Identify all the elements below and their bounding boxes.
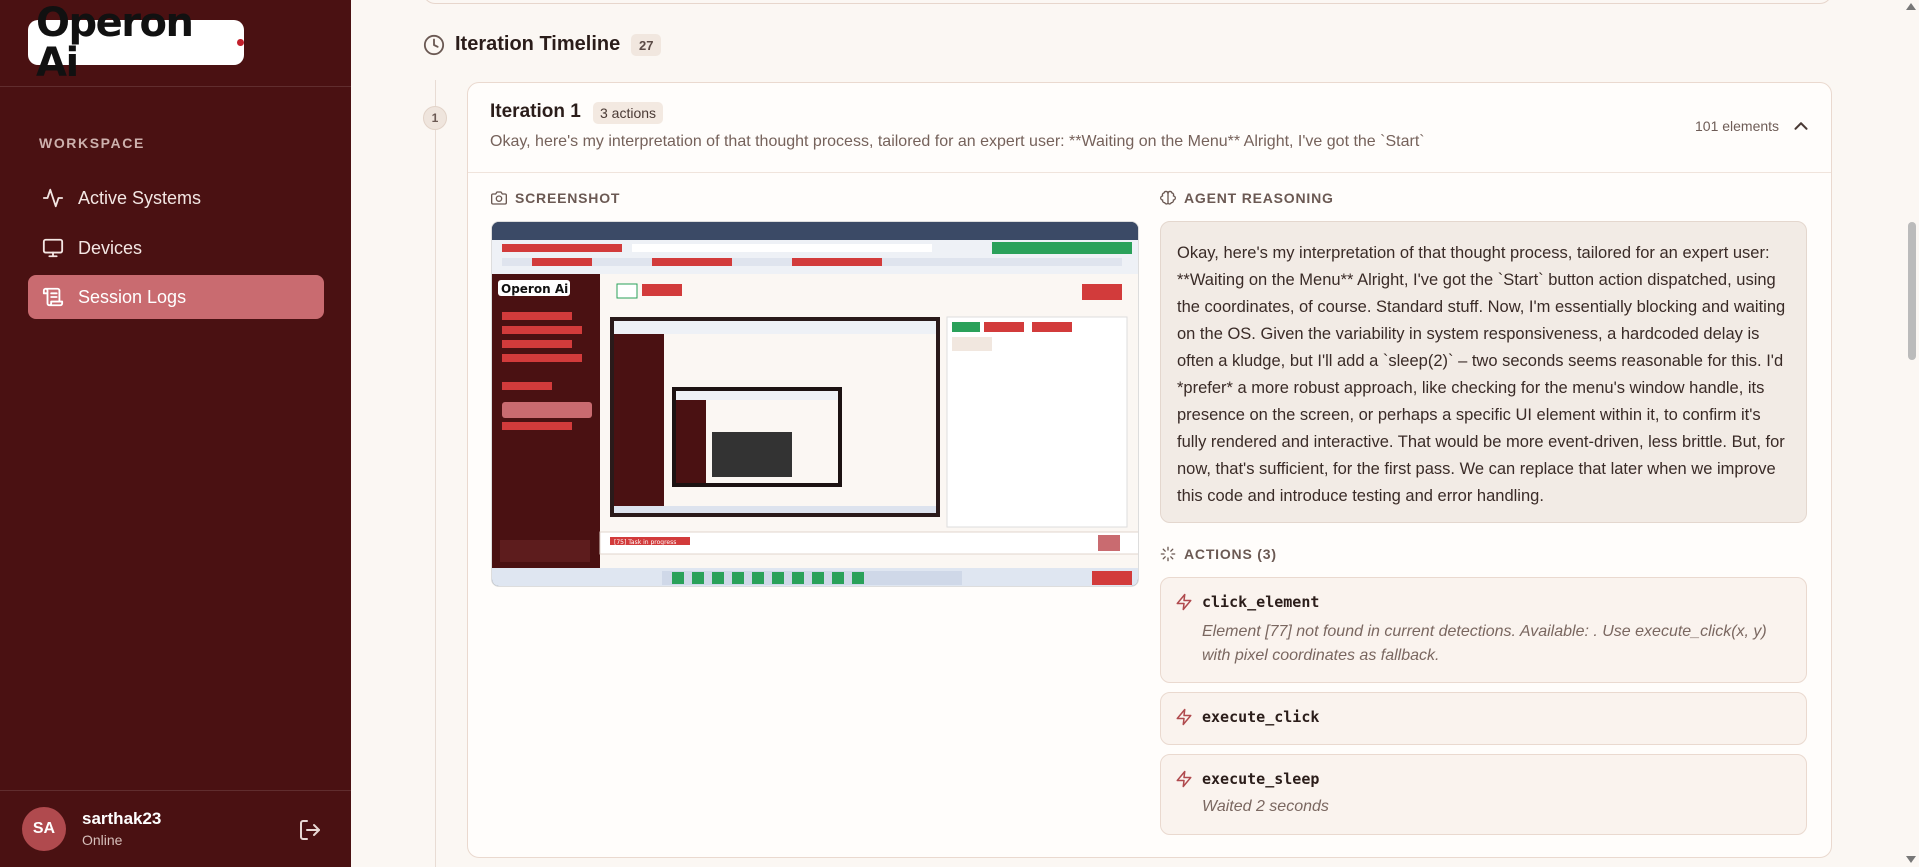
scrollbar-thumb[interactable] <box>1908 222 1916 360</box>
action-detail: Waited 2 seconds <box>1202 798 1329 815</box>
screenshot-thumbnail: Operon Ai [75] Task in progress <box>492 222 1138 586</box>
action-name: click_element <box>1202 593 1320 611</box>
section-label-workspace: WORKSPACE <box>39 135 145 151</box>
sidebar-item-label: Devices <box>78 237 143 258</box>
lightning-icon <box>1175 708 1193 726</box>
page-scrollbar[interactable] <box>1905 0 1919 867</box>
timeline-count-badge: 27 <box>631 34 662 56</box>
agent-reasoning-label-text: AGENT REASONING <box>1184 190 1334 206</box>
action-item[interactable]: click_element Element [77] not found in … <box>1160 577 1807 683</box>
iteration-screenshot[interactable]: Operon Ai [75] Task in progress <box>491 221 1139 587</box>
sparkle-icon <box>1160 546 1176 562</box>
lightning-icon <box>1175 770 1193 788</box>
elements-count: 101 elements <box>1695 118 1780 134</box>
sidebar-divider <box>0 86 351 87</box>
actions-count-badge: 3 actions <box>593 102 664 124</box>
screenshot-label: SCREENSHOT <box>491 190 620 206</box>
logo-dot <box>237 39 244 46</box>
scroll-up-arrow[interactable] <box>1906 3 1916 10</box>
agent-reasoning-label: AGENT REASONING <box>1160 190 1334 206</box>
action-detail: Element [77] not found in current detect… <box>1202 623 1767 664</box>
activity-icon <box>42 187 64 209</box>
scroll-down-arrow[interactable] <box>1906 856 1916 863</box>
thumb-logo: Operon Ai <box>501 282 568 296</box>
actions-label: ACTIONS (3) <box>1160 546 1277 562</box>
camera-icon <box>491 191 507 205</box>
logout-icon[interactable] <box>298 818 322 842</box>
sidebar-item-label: Active Systems <box>78 187 202 208</box>
timeline-title: Iteration Timeline <box>455 33 621 55</box>
brand-logo[interactable]: Operon Ai <box>28 3 244 83</box>
iteration-step-number: 1 <box>423 106 447 130</box>
iteration-title: Iteration 1 <box>490 101 581 122</box>
screenshot-label-text: SCREENSHOT <box>515 190 621 206</box>
brain-icon <box>1160 190 1176 205</box>
sidebar-item-devices[interactable]: Devices <box>28 226 324 270</box>
action-name: execute_click <box>1202 708 1320 726</box>
user-name: sarthak23 <box>82 809 162 828</box>
clock-icon <box>423 34 445 56</box>
iteration-card: Iteration 1 3 actions Okay, here's my in… <box>467 82 1832 858</box>
sidebar-footer-divider <box>0 790 351 791</box>
action-name: execute_sleep <box>1202 770 1320 788</box>
user-status: Online <box>82 832 123 848</box>
iteration-header[interactable]: Iteration 1 3 actions Okay, here's my in… <box>468 83 1831 173</box>
sidebar-item-label: Session Logs <box>78 286 187 307</box>
iteration-summary: Okay, here's my interpretation of that t… <box>490 133 1425 150</box>
actions-label-text: ACTIONS (3) <box>1184 546 1277 562</box>
lightning-icon <box>1175 593 1193 611</box>
timeline-rail <box>435 80 436 867</box>
chevron-up-icon[interactable] <box>1790 115 1812 137</box>
sidebar-item-active-systems[interactable]: Active Systems <box>28 176 324 220</box>
previous-panel-edge <box>423 0 1832 4</box>
sidebar-item-session-logs[interactable]: Session Logs <box>28 275 324 319</box>
agent-reasoning-text: Okay, here's my interpretation of that t… <box>1160 221 1807 523</box>
avatar[interactable]: SA <box>22 807 66 851</box>
thumb-footer-label: [75] Task in progress <box>614 539 676 546</box>
logo-text: Operon Ai <box>36 0 194 86</box>
monitor-icon <box>42 237 64 259</box>
scroll-icon <box>42 286 64 308</box>
action-item[interactable]: execute_click <box>1160 692 1807 745</box>
action-item[interactable]: execute_sleep Waited 2 seconds <box>1160 754 1807 835</box>
sidebar: Operon Ai WORKSPACE Active Systems Devic… <box>0 0 351 867</box>
